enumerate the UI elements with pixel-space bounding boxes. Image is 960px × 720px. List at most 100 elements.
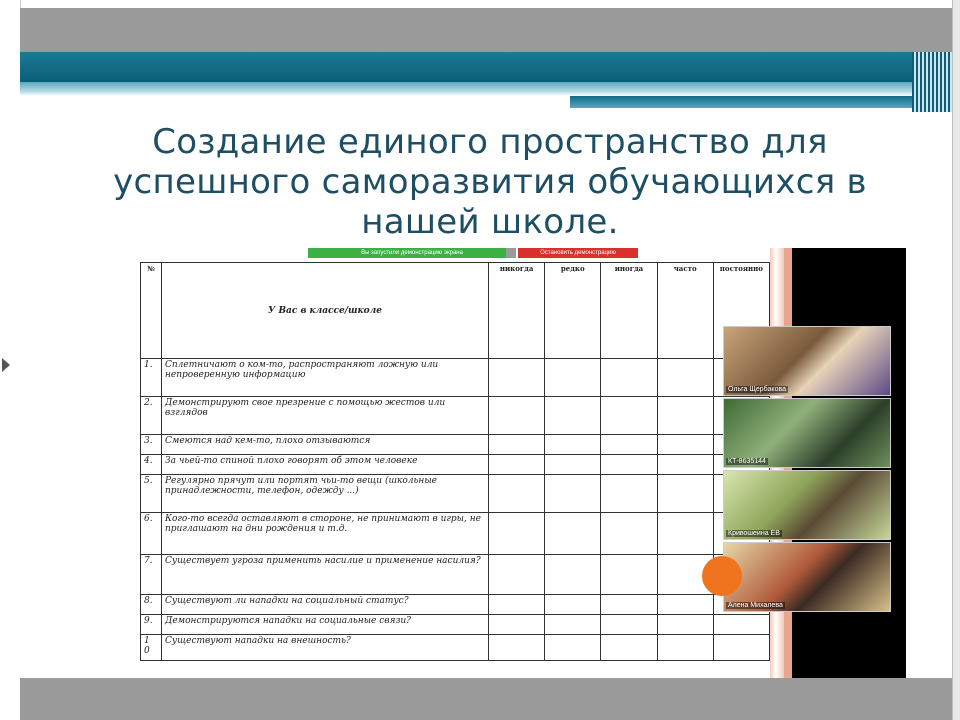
participant-name: Кривошеина ЕВ: [726, 530, 782, 537]
answer-cell[interactable]: [487, 512, 546, 555]
answer-cell[interactable]: [544, 396, 602, 435]
header-cell: иногда: [600, 262, 658, 359]
expand-arrow-icon[interactable]: [2, 358, 10, 372]
slide-title: Создание единого пространство для успешн…: [90, 122, 890, 242]
answer-cell[interactable]: [487, 396, 546, 435]
row-number: 7.: [140, 554, 162, 595]
header-cell: №: [140, 262, 162, 359]
answer-cell[interactable]: [544, 634, 602, 661]
table-row: 2. Демонстрируют свое презрение с помощь…: [140, 396, 771, 435]
row-number: 5.: [140, 474, 162, 513]
row-question: Существуют нападки на внешность?: [161, 634, 489, 661]
answer-cell[interactable]: [600, 454, 658, 475]
answer-cell[interactable]: [487, 554, 546, 595]
row-question: Сплетничают о ком-то, распространяют лож…: [161, 358, 489, 397]
slide-title-line: успешного саморазвития обучающихся в: [113, 162, 867, 202]
participant-tile[interactable]: КТ-8635144: [723, 398, 891, 468]
answer-cell[interactable]: [544, 554, 602, 595]
participant-tile[interactable]: Алена Михалева: [723, 542, 891, 612]
header-cell: часто: [656, 262, 714, 359]
answer-cell[interactable]: [656, 614, 714, 635]
participant-name: Алена Михалева: [726, 602, 785, 609]
header-cell: У Вас в классе/школе: [161, 262, 489, 359]
table-row: 5. Регулярно прячут или портят чьи-то ве…: [140, 474, 771, 513]
table-row: 9. Демонстрируются нападки на социальные…: [140, 614, 771, 635]
bottom-gray-bar: [20, 678, 952, 720]
participant-tile[interactable]: Кривошеина ЕВ: [723, 470, 891, 540]
slide-title-line: нашей школе.: [361, 202, 619, 242]
answer-cell[interactable]: [544, 454, 602, 475]
answer-cell[interactable]: [600, 614, 658, 635]
answer-cell[interactable]: [656, 434, 714, 455]
answer-cell[interactable]: [600, 396, 658, 435]
answer-cell[interactable]: [544, 614, 602, 635]
answer-cell[interactable]: [544, 434, 602, 455]
answer-cell[interactable]: [600, 554, 658, 595]
answer-cell[interactable]: [600, 594, 658, 615]
share-status-bar: Вы запустили демонстрацию экрана: [308, 248, 516, 258]
header-band-step: [570, 96, 912, 108]
participant-name: Ольга Щербакова: [726, 386, 788, 393]
answer-cell[interactable]: [487, 614, 546, 635]
row-number: 6.: [140, 512, 162, 555]
answer-cell[interactable]: [656, 358, 714, 397]
row-number: 1 0: [140, 634, 162, 661]
row-question: Демонстрируются нападки на социальные св…: [161, 614, 489, 635]
participant-tile[interactable]: Ольга Щербакова: [723, 326, 891, 396]
row-number: 9.: [140, 614, 162, 635]
answer-cell[interactable]: [487, 454, 546, 475]
cursor-highlight: [702, 556, 742, 596]
row-number: 2.: [140, 396, 162, 435]
table-row: 3. Смеются над кем-то, плохо отзываются: [140, 434, 771, 455]
row-question: Регулярно прячут или портят чьи-то вещи …: [161, 474, 489, 513]
answer-cell[interactable]: [712, 614, 771, 635]
answer-cell[interactable]: [544, 358, 602, 397]
answer-cell[interactable]: [656, 634, 714, 661]
stop-share-button[interactable]: Остановить демонстрацию: [518, 248, 638, 258]
answer-cell[interactable]: [656, 396, 714, 435]
answer-cell[interactable]: [600, 474, 658, 513]
left-panel-edge: [0, 0, 21, 720]
row-question: Кого-то всегда оставляют в стороне, не п…: [161, 512, 489, 555]
answer-cell[interactable]: [544, 512, 602, 555]
table-row: 1. Сплетничают о ком-то, распространяют …: [140, 358, 771, 397]
answer-cell[interactable]: [600, 634, 658, 661]
header-cell: редко: [544, 262, 602, 359]
table-row: 7. Существует угроза применить насилие и…: [140, 554, 771, 595]
answer-cell[interactable]: [487, 358, 546, 397]
answer-cell[interactable]: [487, 434, 546, 455]
answer-cell[interactable]: [656, 454, 714, 475]
row-number: 1.: [140, 358, 162, 397]
answer-cell[interactable]: [487, 634, 546, 661]
answer-cell[interactable]: [600, 358, 658, 397]
row-question: Демонстрируют свое презрение с помощью ж…: [161, 396, 489, 435]
questionnaire-table: № У Вас в классе/школе никогда редко ино…: [140, 262, 771, 661]
header-band-light: [20, 82, 952, 96]
row-number: 3.: [140, 434, 162, 455]
answer-cell[interactable]: [656, 512, 714, 555]
row-question: Существует угроза применить насилие и пр…: [161, 554, 489, 595]
answer-cell[interactable]: [544, 474, 602, 513]
answer-cell[interactable]: [656, 594, 714, 615]
row-number: 8.: [140, 594, 162, 615]
answer-cell[interactable]: [487, 594, 546, 615]
answer-cell[interactable]: [712, 634, 771, 661]
slide-title-line: Создание единого пространство для: [152, 122, 828, 162]
answer-cell[interactable]: [656, 474, 714, 513]
answer-cell[interactable]: [600, 434, 658, 455]
right-scrollbar[interactable]: [952, 0, 960, 720]
answer-cell[interactable]: [544, 594, 602, 615]
participant-video-panel: Ольга Щербакова КТ-8635144 Кривошеина ЕВ…: [723, 326, 891, 616]
top-gray-bar: [20, 8, 952, 52]
answer-cell[interactable]: [487, 474, 546, 513]
table-header-row: № У Вас в классе/школе никогда редко ино…: [140, 262, 771, 359]
table-row: 8. Существуют ли нападки на социальный с…: [140, 594, 771, 615]
answer-cell[interactable]: [600, 512, 658, 555]
row-question: За чьей-то спиной плохо говорят об этом …: [161, 454, 489, 475]
row-number: 4.: [140, 454, 162, 475]
row-question: Существуют ли нападки на социальный стат…: [161, 594, 489, 615]
header-stripes: [912, 52, 952, 112]
pause-icon[interactable]: [506, 248, 516, 258]
row-question: Смеются над кем-то, плохо отзываются: [161, 434, 489, 455]
participant-name: КТ-8635144: [726, 458, 768, 465]
